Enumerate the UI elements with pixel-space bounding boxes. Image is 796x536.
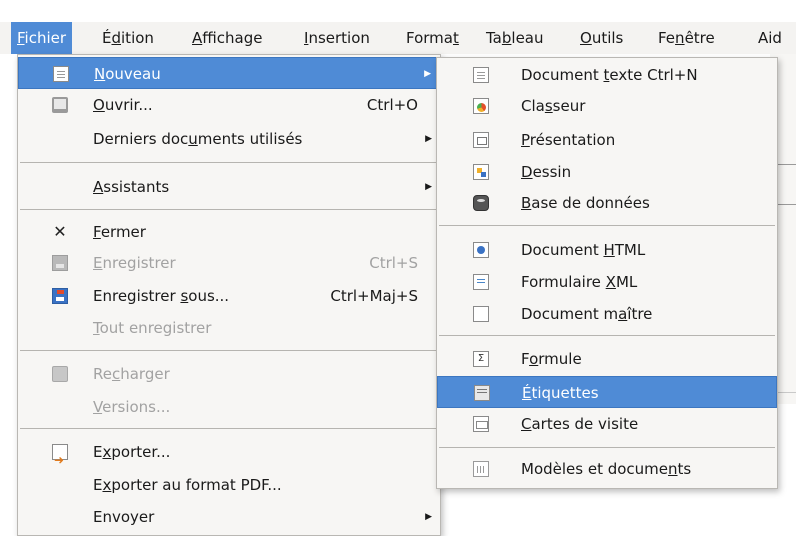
menu-separator [439,447,775,448]
menu-separator [439,335,775,336]
save-icon [52,255,68,271]
menu-item-derniers-documents[interactable]: Derniers documents utilisés ▶ [18,123,440,155]
menu-item-versions[interactable]: Versions... [18,391,440,423]
menu-item-classeur[interactable]: Classeur [437,90,777,122]
menu-separator [20,428,438,429]
menu-separator [20,162,438,163]
formula-icon: Σ [473,351,489,367]
labels-icon [474,385,490,401]
menu-item-ouvrir[interactable]: Ouvrir... Ctrl+O [18,89,440,121]
export-icon [52,444,68,476]
nouveau-submenu: Document texte Ctrl+N Classeur Présentat… [436,57,778,489]
menu-fichier[interactable]: Fichier [11,22,73,54]
menu-item-enregistrer[interactable]: Enregistrer Ctrl+S [18,247,440,279]
text-document-icon [473,67,489,83]
menu-item-assistants[interactable]: Assistants ▶ [18,171,440,203]
menu-item-formule[interactable]: Σ Formule [437,343,777,375]
xml-form-icon [473,274,489,290]
new-document-icon [53,66,69,82]
reload-icon [52,366,68,382]
menu-item-recharger[interactable]: Recharger [18,358,440,390]
menu-separator [20,209,438,210]
menu-item-enregistrer-sous[interactable]: Enregistrer sous... Ctrl+Maj+S [18,280,440,312]
open-folder-icon [52,97,68,113]
fichier-menu: Nouveau ▶ Ouvrir... Ctrl+O Derniers docu… [17,54,441,536]
menu-item-tout-enregistrer[interactable]: Tout enregistrer [18,312,440,344]
database-icon [473,195,489,211]
menu-item-document-maitre[interactable]: Document maître [437,298,777,330]
menu-item-formulaire-xml[interactable]: Formulaire XML [437,266,777,298]
menu-item-document-texte[interactable]: Document texte Ctrl+N [437,59,777,91]
submenu-arrow-icon: ▶ [424,69,431,79]
menu-separator [439,225,775,226]
menu-item-envoyer[interactable]: Envoyer ▶ [18,501,440,533]
submenu-arrow-icon: ▶ [425,512,432,522]
menu-item-dessin[interactable]: Dessin [437,156,777,188]
menu-edition[interactable]: Édition [96,22,160,54]
menu-item-document-html[interactable]: Document HTML [437,234,777,266]
menu-item-base-de-donnees[interactable]: Base de données [437,187,777,219]
menu-item-nouveau[interactable]: Nouveau ▶ [18,57,440,89]
html-document-icon [473,242,489,258]
menu-tableau[interactable]: Tableau [480,22,550,54]
menu-fenetre[interactable]: Fenêtre [652,22,721,54]
submenu-arrow-icon: ▶ [425,182,432,192]
presentation-icon [473,132,489,148]
menu-item-etiquettes[interactable]: Étiquettes [437,376,777,408]
templates-icon [473,461,489,477]
menu-item-cartes-de-visite[interactable]: Cartes de visite [437,408,777,440]
menu-item-exporter[interactable]: Exporter... [18,436,440,476]
menu-insertion[interactable]: Insertion [298,22,376,54]
business-cards-icon [473,416,489,432]
save-as-icon [52,288,68,304]
menu-outils[interactable]: Outils [574,22,629,54]
drawing-icon [473,164,489,180]
menu-item-presentation[interactable]: Présentation [437,124,777,156]
menu-separator [20,350,438,351]
master-document-icon [473,306,489,322]
close-x-icon: ✕ [53,222,67,241]
menu-aide[interactable]: Aid [752,22,788,54]
menu-affichage[interactable]: Affichage [186,22,268,54]
menu-item-exporter-pdf[interactable]: Exporter au format PDF... [18,469,440,501]
submenu-arrow-icon: ▶ [425,134,432,144]
menubar: Fichier Édition Affichage Insertion Form… [0,22,796,54]
spreadsheet-icon [473,98,489,114]
menu-item-fermer[interactable]: ✕ Fermer [18,216,440,248]
menu-format[interactable]: Format [400,22,465,54]
menu-item-modeles-et-documents[interactable]: Modèles et documents [437,453,777,485]
